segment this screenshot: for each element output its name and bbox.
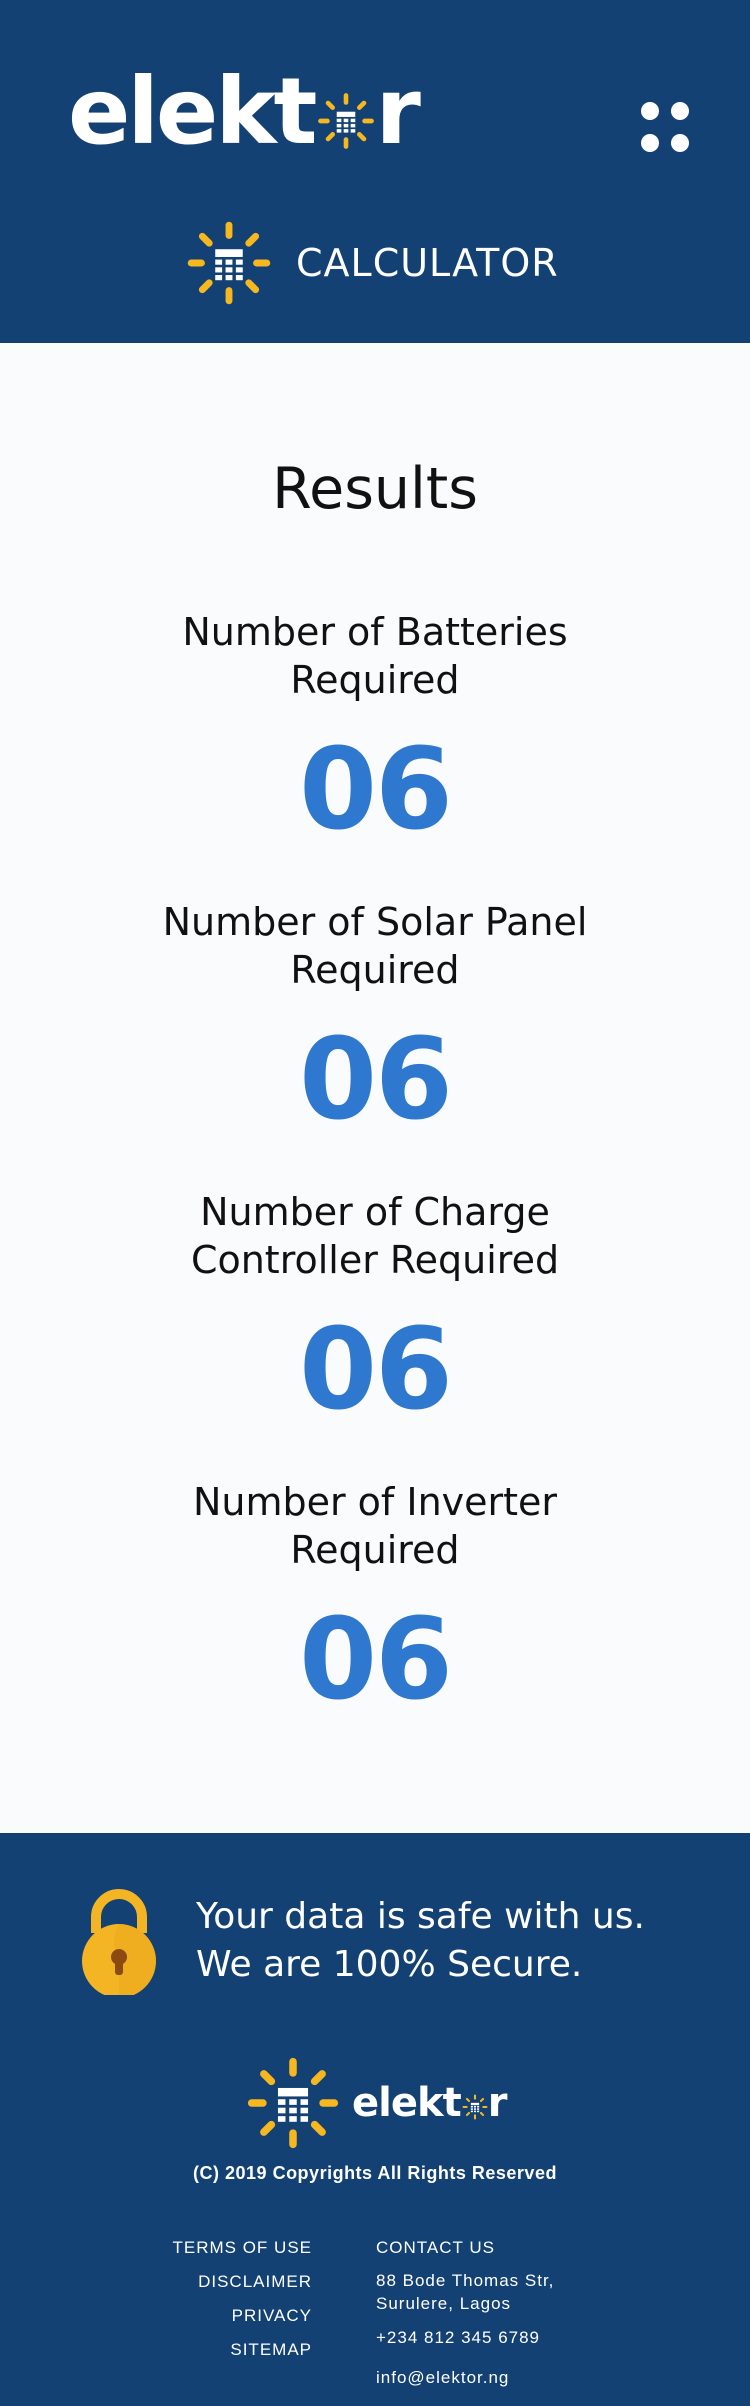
- grid-dots-icon[interactable]: [641, 102, 689, 154]
- result-value: 06: [299, 725, 453, 855]
- result-value: 06: [299, 1015, 453, 1145]
- security-line-2: We are 100% Secure.: [196, 1944, 583, 1985]
- contact-heading: CONTACT US: [376, 2238, 495, 2257]
- footer-logo[interactable]: elekt r: [246, 2053, 508, 2153]
- security-message: Your data is safe with us. We are 100% S…: [196, 1893, 645, 1989]
- result-solar-panel: Number of Solar Panel Required 06: [0, 898, 750, 1188]
- result-batteries: Number of Batteries Required 06: [0, 608, 750, 898]
- logo-text-suffix: r: [487, 2080, 508, 2126]
- link-terms-of-use[interactable]: TERMS OF USE: [172, 2231, 312, 2265]
- contact-address: 88 Bode Thomas Str, Surulere, Lagos: [376, 2271, 555, 2313]
- result-label: Number of Charge Controller Required: [190, 1190, 560, 1282]
- result-label: Number of Batteries Required: [182, 610, 568, 702]
- elektor-logo[interactable]: elekt r: [68, 58, 421, 165]
- result-value: 06: [299, 1305, 453, 1435]
- padlock-icon: [82, 1889, 156, 1995]
- sun-calculator-icon: [462, 2094, 488, 2120]
- link-privacy[interactable]: PRIVACY: [172, 2299, 312, 2333]
- link-sitemap[interactable]: SITEMAP: [172, 2333, 312, 2367]
- footer-links: TERMS OF USE DISCLAIMER PRIVACY SITEMAP: [172, 2231, 312, 2367]
- results-heading: Results: [272, 456, 478, 522]
- contact-phone[interactable]: +234 812 345 6789: [376, 2321, 606, 2355]
- security-line-1: Your data is safe with us.: [196, 1896, 645, 1937]
- logo-text-prefix: elekt: [68, 58, 317, 165]
- contact-info: CONTACT US 88 Bode Thomas Str, Surulere,…: [376, 2231, 606, 2395]
- calculator-label: CALCULATOR: [296, 241, 559, 285]
- footer-logo-wordmark: elekt r: [352, 2080, 508, 2126]
- copyright-text: (C) 2019 Copyrights All Rights Reserved: [193, 2163, 557, 2183]
- logo-text-prefix: elekt: [352, 2080, 462, 2126]
- logo-text-suffix: r: [375, 58, 421, 165]
- result-value: 06: [299, 1595, 453, 1725]
- sun-calculator-icon: [246, 2056, 340, 2150]
- contact-email[interactable]: info@elektor.ng: [376, 2361, 606, 2395]
- sun-calculator-icon: [186, 220, 272, 306]
- calculator-title: CALCULATOR: [186, 218, 559, 308]
- result-label: Number of Inverter Required: [192, 1480, 558, 1572]
- result-inverter: Number of Inverter Required 06: [0, 1478, 750, 1768]
- result-label: Number of Solar Panel Required: [162, 900, 588, 992]
- result-charge-controller: Number of Charge Controller Required 06: [0, 1188, 750, 1478]
- site-header: elekt r CALCULATOR: [0, 0, 750, 343]
- sun-calculator-icon: [317, 92, 375, 150]
- site-footer: Your data is safe with us. We are 100% S…: [0, 1833, 750, 2406]
- link-disclaimer[interactable]: DISCLAIMER: [172, 2265, 312, 2299]
- results-section: Results Number of Batteries Required 06 …: [0, 343, 750, 1833]
